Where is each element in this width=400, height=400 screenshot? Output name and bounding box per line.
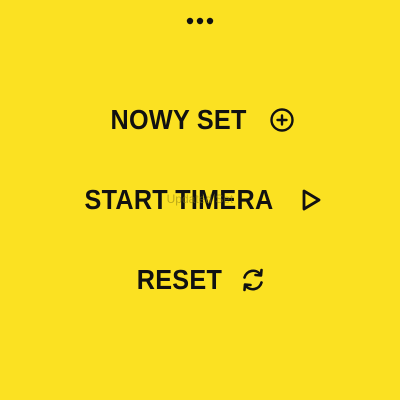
- plus-circle-icon: [267, 105, 297, 135]
- more-options-button[interactable]: [178, 12, 222, 30]
- new-set-label: NOWY SET: [110, 104, 248, 135]
- new-set-button[interactable]: NOWY SET: [0, 98, 400, 142]
- app-screen: NOWY SET START TIMERA Updated Set RESET: [0, 0, 400, 400]
- start-timer-button[interactable]: START TIMERA: [0, 178, 400, 222]
- play-outline-icon: [296, 185, 326, 215]
- reset-button[interactable]: RESET: [0, 258, 400, 302]
- start-timer-label: START TIMERA: [84, 184, 274, 215]
- more-dots-icon: [186, 17, 214, 25]
- reset-label: RESET: [136, 264, 222, 295]
- refresh-icon: [238, 265, 268, 295]
